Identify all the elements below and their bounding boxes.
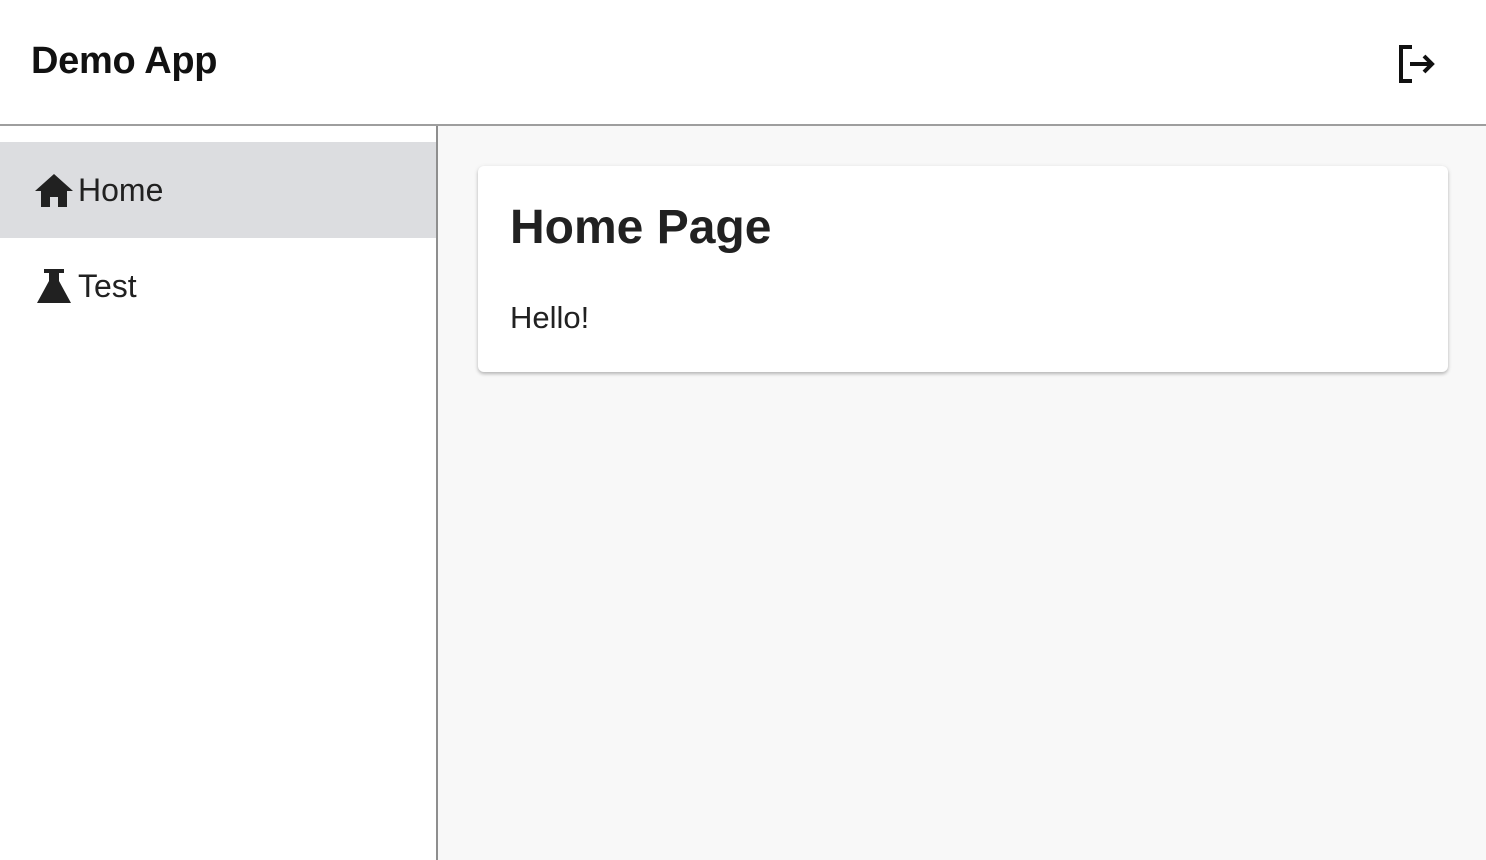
home-card: Home Page Hello! <box>478 166 1448 372</box>
logout-button[interactable] <box>1390 38 1442 90</box>
app-title: Demo App <box>31 40 218 82</box>
sidebar-item-label: Test <box>78 268 137 304</box>
sidebar: Home Test <box>0 126 438 860</box>
sidebar-item-home[interactable]: Home <box>0 142 436 238</box>
main-content: Home Page Hello! <box>438 126 1486 860</box>
app-root: Demo App Home Test Home Page Hello! <box>0 0 1486 860</box>
logout-icon <box>1399 45 1435 83</box>
app-header: Demo App <box>0 0 1486 126</box>
sidebar-item-label: Home <box>78 172 164 208</box>
sidebar-item-test[interactable]: Test <box>0 238 436 334</box>
card-text: Hello! <box>510 300 590 335</box>
page-title: Home Page <box>510 201 772 254</box>
flask-icon <box>34 266 74 306</box>
home-icon <box>34 170 74 210</box>
